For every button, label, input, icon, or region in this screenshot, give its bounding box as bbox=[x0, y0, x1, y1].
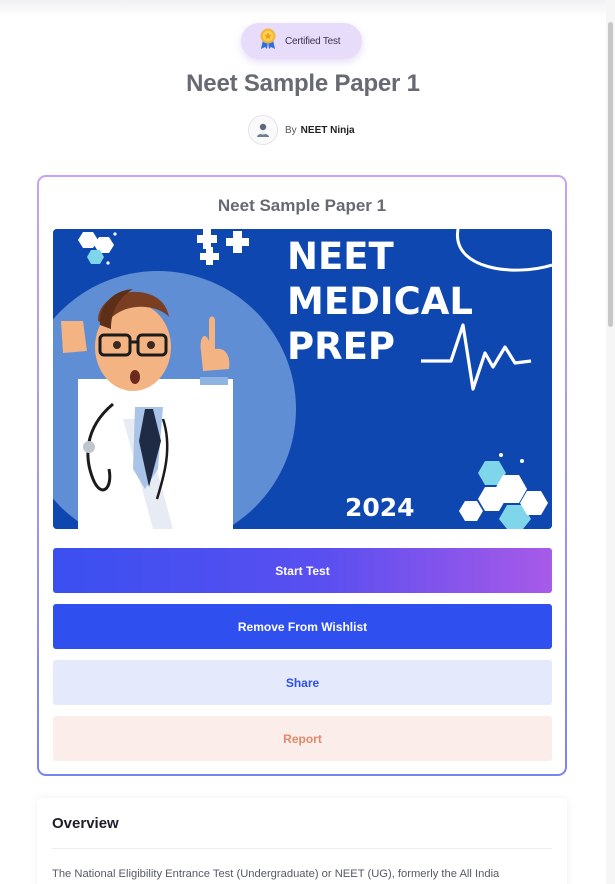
badge-label: Certified Test bbox=[285, 35, 341, 47]
overview-section: Overview The National Eligibility Entran… bbox=[37, 798, 567, 884]
top-shadow bbox=[0, 0, 606, 18]
overview-text: The National Eligibility Entrance Test (… bbox=[52, 868, 500, 880]
card-title: Neet Sample Paper 1 bbox=[217, 196, 387, 215]
banner-line2: MEDICAL bbox=[287, 280, 473, 323]
test-card: Neet Sample Paper 1 NEET MEDICAL PREP 20… bbox=[37, 175, 567, 776]
scrollbar-thumb[interactable] bbox=[608, 22, 613, 327]
start-test-button[interactable]: Start Test bbox=[53, 548, 552, 593]
award-medal-icon bbox=[258, 28, 278, 55]
page-title: Neet Sample Paper 1 bbox=[186, 70, 420, 97]
banner-line1: NEET bbox=[287, 235, 395, 278]
overview-title: Overview bbox=[52, 815, 119, 832]
report-button[interactable]: Report bbox=[53, 716, 552, 761]
remove-from-wishlist-button[interactable]: Remove From Wishlist bbox=[53, 604, 552, 649]
banner-line3: PREP bbox=[287, 325, 395, 368]
share-button[interactable]: Share bbox=[53, 660, 552, 705]
certified-badge: Certified Test bbox=[241, 23, 362, 59]
author-info[interactable]: By NEET Ninja bbox=[248, 115, 355, 145]
banner-year: 2024 bbox=[345, 493, 415, 522]
test-banner-image: NEET MEDICAL PREP 2024 bbox=[53, 229, 552, 529]
user-avatar-icon[interactable] bbox=[248, 115, 278, 145]
scrollbar[interactable] bbox=[606, 0, 615, 884]
author-prefix: By bbox=[285, 124, 297, 136]
author-name[interactable]: NEET Ninja bbox=[301, 125, 355, 136]
overview-divider bbox=[52, 848, 552, 849]
